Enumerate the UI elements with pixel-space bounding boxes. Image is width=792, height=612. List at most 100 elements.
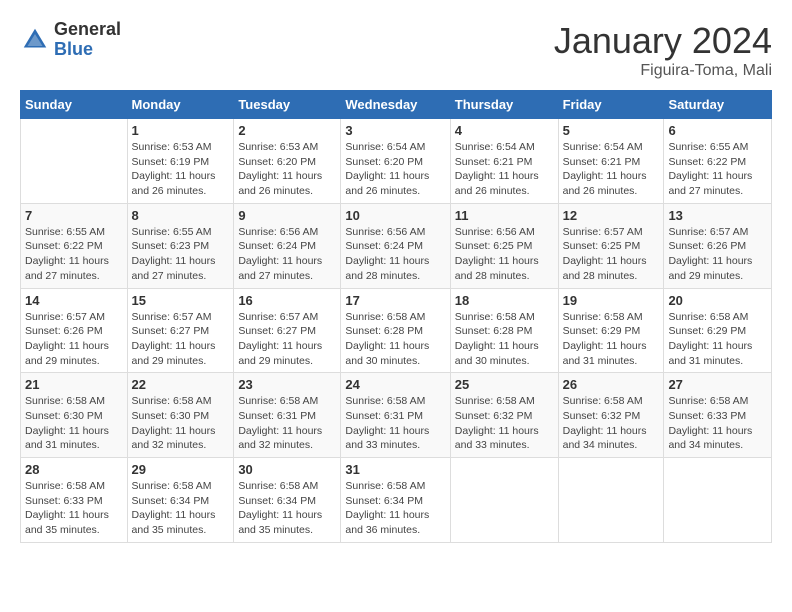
day-number: 8 [132, 208, 230, 223]
day-number: 28 [25, 462, 123, 477]
weekday-header-saturday: Saturday [664, 91, 772, 119]
day-info: Sunrise: 6:57 AMSunset: 6:27 PMDaylight:… [238, 310, 336, 369]
day-number: 17 [345, 293, 445, 308]
weekday-header-sunday: Sunday [21, 91, 128, 119]
calendar-cell: 21 Sunrise: 6:58 AMSunset: 6:30 PMDayligh… [21, 373, 128, 458]
day-info: Sunrise: 6:54 AMSunset: 6:21 PMDaylight:… [455, 140, 554, 199]
week-row-5: 28 Sunrise: 6:58 AMSunset: 6:33 PMDayligh… [21, 458, 772, 543]
day-number: 31 [345, 462, 445, 477]
weekday-header-monday: Monday [127, 91, 234, 119]
day-number: 19 [563, 293, 660, 308]
day-info: Sunrise: 6:56 AMSunset: 6:24 PMDaylight:… [345, 225, 445, 284]
calendar-cell: 26 Sunrise: 6:58 AMSunset: 6:32 PMDayligh… [558, 373, 664, 458]
day-info: Sunrise: 6:55 AMSunset: 6:23 PMDaylight:… [132, 225, 230, 284]
day-number: 5 [563, 123, 660, 138]
week-row-4: 21 Sunrise: 6:58 AMSunset: 6:30 PMDayligh… [21, 373, 772, 458]
calendar-cell: 15Sunrise: 6:57 AMSunset: 6:27 PMDayligh… [127, 288, 234, 373]
page-header: General Blue January 2024 Figuira-Toma, … [20, 20, 772, 80]
logo-general: General [54, 20, 121, 40]
day-info: Sunrise: 6:58 AMSunset: 6:30 PMDaylight:… [25, 394, 123, 453]
day-info: Sunrise: 6:58 AMSunset: 6:31 PMDaylight:… [345, 394, 445, 453]
day-info: Sunrise: 6:57 AMSunset: 6:26 PMDaylight:… [668, 225, 767, 284]
day-number: 12 [563, 208, 660, 223]
calendar-cell: 10 Sunrise: 6:56 AMSunset: 6:24 PMDayligh… [341, 203, 450, 288]
calendar-cell [21, 119, 128, 204]
day-number: 16 [238, 293, 336, 308]
day-info: Sunrise: 6:58 AMSunset: 6:30 PMDaylight:… [132, 394, 230, 453]
title-block: January 2024 Figuira-Toma, Mali [554, 20, 772, 80]
day-number: 25 [455, 377, 554, 392]
day-info: Sunrise: 6:58 AMSunset: 6:28 PMDaylight:… [455, 310, 554, 369]
day-number: 20 [668, 293, 767, 308]
calendar-cell: 11Sunrise: 6:56 AMSunset: 6:25 PMDayligh… [450, 203, 558, 288]
calendar-cell: 4Sunrise: 6:54 AMSunset: 6:21 PMDaylight… [450, 119, 558, 204]
day-info: Sunrise: 6:57 AMSunset: 6:27 PMDaylight:… [132, 310, 230, 369]
calendar-cell: 25Sunrise: 6:58 AMSunset: 6:32 PMDayligh… [450, 373, 558, 458]
day-number: 26 [563, 377, 660, 392]
day-info: Sunrise: 6:58 AMSunset: 6:28 PMDaylight:… [345, 310, 445, 369]
day-number: 6 [668, 123, 767, 138]
calendar-cell: 19Sunrise: 6:58 AMSunset: 6:29 PMDayligh… [558, 288, 664, 373]
day-number: 11 [455, 208, 554, 223]
calendar-cell: 1 Sunrise: 6:53 AMSunset: 6:19 PMDaylight… [127, 119, 234, 204]
day-info: Sunrise: 6:54 AMSunset: 6:20 PMDaylight:… [345, 140, 445, 199]
day-info: Sunrise: 6:58 AMSunset: 6:32 PMDaylight:… [563, 394, 660, 453]
day-info: Sunrise: 6:58 AMSunset: 6:34 PMDaylight:… [238, 479, 336, 538]
calendar-cell: 23 Sunrise: 6:58 AMSunset: 6:31 PMDayligh… [234, 373, 341, 458]
day-number: 21 [25, 377, 123, 392]
calendar-cell: 6 Sunrise: 6:55 AMSunset: 6:22 PMDaylight… [664, 119, 772, 204]
day-info: Sunrise: 6:54 AMSunset: 6:21 PMDaylight:… [563, 140, 660, 199]
day-info: Sunrise: 6:58 AMSunset: 6:33 PMDaylight:… [668, 394, 767, 453]
day-number: 2 [238, 123, 336, 138]
day-info: Sunrise: 6:53 AMSunset: 6:19 PMDaylight:… [132, 140, 230, 199]
day-number: 14 [25, 293, 123, 308]
day-info: Sunrise: 6:57 AMSunset: 6:25 PMDaylight:… [563, 225, 660, 284]
week-row-1: 1 Sunrise: 6:53 AMSunset: 6:19 PMDaylight… [21, 119, 772, 204]
weekday-header-friday: Friday [558, 91, 664, 119]
calendar-cell: 7Sunrise: 6:55 AMSunset: 6:22 PMDaylight… [21, 203, 128, 288]
calendar-cell: 29 Sunrise: 6:58 AMSunset: 6:34 PMDayligh… [127, 458, 234, 543]
calendar-cell: 27 Sunrise: 6:58 AMSunset: 6:33 PMDayligh… [664, 373, 772, 458]
calendar-cell [450, 458, 558, 543]
weekday-header-row: SundayMondayTuesdayWednesdayThursdayFrid… [21, 91, 772, 119]
day-number: 30 [238, 462, 336, 477]
calendar-cell: 9Sunrise: 6:56 AMSunset: 6:24 PMDaylight… [234, 203, 341, 288]
day-info: Sunrise: 6:53 AMSunset: 6:20 PMDaylight:… [238, 140, 336, 199]
logo-icon [20, 25, 50, 55]
week-row-2: 7Sunrise: 6:55 AMSunset: 6:22 PMDaylight… [21, 203, 772, 288]
logo-blue: Blue [54, 40, 121, 60]
weekday-header-tuesday: Tuesday [234, 91, 341, 119]
calendar-cell [664, 458, 772, 543]
day-number: 23 [238, 377, 336, 392]
calendar-cell: 20Sunrise: 6:58 AMSunset: 6:29 PMDayligh… [664, 288, 772, 373]
week-row-3: 14Sunrise: 6:57 AMSunset: 6:26 PMDayligh… [21, 288, 772, 373]
calendar-cell: 14Sunrise: 6:57 AMSunset: 6:26 PMDayligh… [21, 288, 128, 373]
month-title: January 2024 [554, 20, 772, 62]
day-number: 1 [132, 123, 230, 138]
calendar-cell: 5 Sunrise: 6:54 AMSunset: 6:21 PMDaylight… [558, 119, 664, 204]
calendar-cell: 22 Sunrise: 6:58 AMSunset: 6:30 PMDayligh… [127, 373, 234, 458]
day-info: Sunrise: 6:58 AMSunset: 6:31 PMDaylight:… [238, 394, 336, 453]
logo: General Blue [20, 20, 121, 60]
day-info: Sunrise: 6:56 AMSunset: 6:24 PMDaylight:… [238, 225, 336, 284]
day-number: 10 [345, 208, 445, 223]
day-number: 3 [345, 123, 445, 138]
calendar-cell: 13Sunrise: 6:57 AMSunset: 6:26 PMDayligh… [664, 203, 772, 288]
calendar-cell: 30 Sunrise: 6:58 AMSunset: 6:34 PMDayligh… [234, 458, 341, 543]
day-number: 18 [455, 293, 554, 308]
logo-text: General Blue [54, 20, 121, 60]
day-info: Sunrise: 6:55 AMSunset: 6:22 PMDaylight:… [668, 140, 767, 199]
calendar-cell: 3 Sunrise: 6:54 AMSunset: 6:20 PMDaylight… [341, 119, 450, 204]
day-info: Sunrise: 6:58 AMSunset: 6:34 PMDaylight:… [345, 479, 445, 538]
day-info: Sunrise: 6:58 AMSunset: 6:34 PMDaylight:… [132, 479, 230, 538]
day-number: 27 [668, 377, 767, 392]
day-number: 29 [132, 462, 230, 477]
day-number: 24 [345, 377, 445, 392]
weekday-header-wednesday: Wednesday [341, 91, 450, 119]
day-number: 22 [132, 377, 230, 392]
calendar-table: SundayMondayTuesdayWednesdayThursdayFrid… [20, 90, 772, 543]
day-number: 7 [25, 208, 123, 223]
day-info: Sunrise: 6:58 AMSunset: 6:33 PMDaylight:… [25, 479, 123, 538]
weekday-header-thursday: Thursday [450, 91, 558, 119]
calendar-cell: 28 Sunrise: 6:58 AMSunset: 6:33 PMDayligh… [21, 458, 128, 543]
